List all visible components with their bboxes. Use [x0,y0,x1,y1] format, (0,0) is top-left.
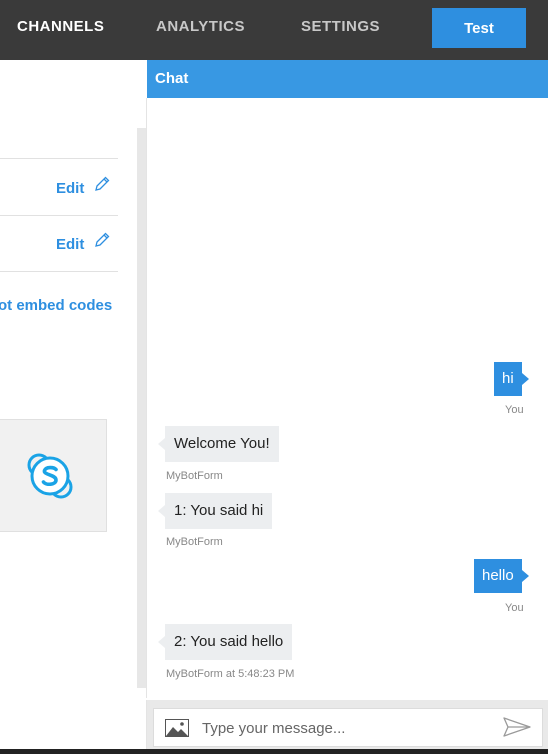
channel-config-panel: Edit Edit ot embed codes [0,60,137,754]
tab-channels[interactable]: CHANNELS [17,18,104,38]
window-bottom-edge [0,749,548,754]
edit-link[interactable]: Edit [56,236,84,253]
message-meta: You [505,602,524,614]
skype-channel-card[interactable] [0,419,107,532]
bot-message-bubble: 1: You said hi [157,493,273,529]
message-meta: MyBotForm at 5:48:23 PM [166,668,295,680]
panel-scrollbar[interactable] [137,128,146,688]
bot-message-bubble: Welcome You! [158,426,279,462]
channel-row: Edit [0,158,118,216]
pencil-icon[interactable] [94,176,110,192]
top-nav-bar: CHANNELS ANALYTICS SETTINGS Test [0,0,548,60]
chat-history: hi You Welcome You! MyBotForm 1: You sai… [146,98,548,698]
image-upload-icon[interactable] [165,719,189,737]
pencil-icon[interactable] [94,232,110,248]
user-message-bubble: hi [494,362,529,396]
chat-panel: Chat hi You Welcome You! MyBotForm 1: Yo… [146,60,548,754]
send-icon[interactable] [503,717,531,737]
channel-row: Edit [0,215,118,272]
message-meta: You [505,404,524,416]
message-meta: MyBotForm [166,536,223,548]
message-input[interactable] [200,714,494,742]
tab-settings[interactable]: SETTINGS [301,18,380,38]
chat-header: Chat [147,60,548,98]
chat-title: Chat [155,70,189,87]
tab-analytics[interactable]: ANALYTICS [156,18,245,38]
message-input-box [153,708,543,747]
user-message-bubble: hello [474,559,529,593]
edit-link[interactable]: Edit [56,180,84,197]
embed-codes-link[interactable]: ot embed codes [0,297,112,314]
chat-input-bar [146,700,548,754]
test-button[interactable]: Test [432,8,526,48]
bot-message-bubble: 2: You said hello [157,624,293,660]
message-meta: MyBotForm [166,470,223,482]
skype-icon [27,453,73,499]
